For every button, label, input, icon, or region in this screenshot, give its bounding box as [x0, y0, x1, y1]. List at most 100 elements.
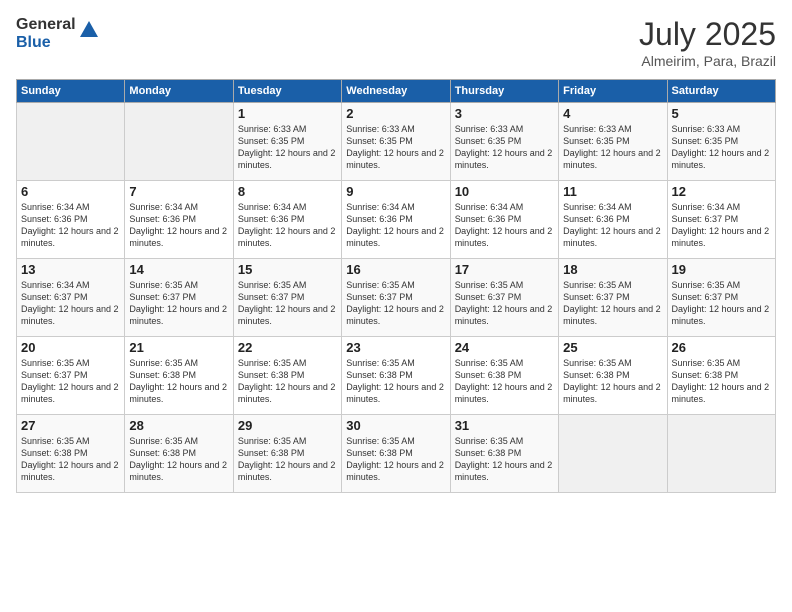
cell-details: Sunrise: 6:35 AMSunset: 6:37 PMDaylight:…: [563, 280, 661, 326]
calendar-cell: 24 Sunrise: 6:35 AMSunset: 6:38 PMDayligh…: [450, 337, 558, 415]
day-number: 24: [455, 340, 554, 355]
title-section: July 2025 Almeirim, Para, Brazil: [639, 16, 776, 69]
header-day-saturday: Saturday: [667, 80, 775, 103]
cell-details: Sunrise: 6:35 AMSunset: 6:37 PMDaylight:…: [238, 280, 336, 326]
calendar-cell: 26 Sunrise: 6:35 AMSunset: 6:38 PMDayligh…: [667, 337, 775, 415]
day-number: 22: [238, 340, 337, 355]
calendar-cell: 9 Sunrise: 6:34 AMSunset: 6:36 PMDaylight…: [342, 181, 450, 259]
calendar-cell: [667, 415, 775, 493]
calendar-cell: 21 Sunrise: 6:35 AMSunset: 6:38 PMDayligh…: [125, 337, 233, 415]
cell-details: Sunrise: 6:35 AMSunset: 6:38 PMDaylight:…: [563, 358, 661, 404]
day-number: 4: [563, 106, 662, 121]
day-number: 23: [346, 340, 445, 355]
calendar-cell: [125, 103, 233, 181]
calendar-cell: 27 Sunrise: 6:35 AMSunset: 6:38 PMDayligh…: [17, 415, 125, 493]
day-number: 9: [346, 184, 445, 199]
cell-details: Sunrise: 6:34 AMSunset: 6:36 PMDaylight:…: [563, 202, 661, 248]
day-number: 17: [455, 262, 554, 277]
cell-details: Sunrise: 6:33 AMSunset: 6:35 PMDaylight:…: [346, 124, 444, 170]
day-number: 26: [672, 340, 771, 355]
location-subtitle: Almeirim, Para, Brazil: [639, 53, 776, 69]
calendar-cell: 23 Sunrise: 6:35 AMSunset: 6:38 PMDayligh…: [342, 337, 450, 415]
cell-details: Sunrise: 6:35 AMSunset: 6:38 PMDaylight:…: [455, 436, 553, 482]
calendar-cell: 5 Sunrise: 6:33 AMSunset: 6:35 PMDaylight…: [667, 103, 775, 181]
cell-details: Sunrise: 6:35 AMSunset: 6:38 PMDaylight:…: [129, 436, 227, 482]
calendar-cell: [559, 415, 667, 493]
logo-text: General Blue: [16, 16, 76, 51]
cell-details: Sunrise: 6:35 AMSunset: 6:38 PMDaylight:…: [21, 436, 119, 482]
day-number: 2: [346, 106, 445, 121]
calendar-week-1: 1 Sunrise: 6:33 AMSunset: 6:35 PMDaylight…: [17, 103, 776, 181]
calendar-cell: 3 Sunrise: 6:33 AMSunset: 6:35 PMDaylight…: [450, 103, 558, 181]
cell-details: Sunrise: 6:33 AMSunset: 6:35 PMDaylight:…: [563, 124, 661, 170]
calendar-cell: 25 Sunrise: 6:35 AMSunset: 6:38 PMDayligh…: [559, 337, 667, 415]
logo: General Blue: [16, 16, 100, 51]
day-number: 6: [21, 184, 120, 199]
day-number: 8: [238, 184, 337, 199]
calendar-cell: 4 Sunrise: 6:33 AMSunset: 6:35 PMDaylight…: [559, 103, 667, 181]
cell-details: Sunrise: 6:34 AMSunset: 6:36 PMDaylight:…: [346, 202, 444, 248]
cell-details: Sunrise: 6:34 AMSunset: 6:36 PMDaylight:…: [238, 202, 336, 248]
day-number: 11: [563, 184, 662, 199]
calendar-cell: 17 Sunrise: 6:35 AMSunset: 6:37 PMDayligh…: [450, 259, 558, 337]
day-number: 3: [455, 106, 554, 121]
cell-details: Sunrise: 6:35 AMSunset: 6:38 PMDaylight:…: [346, 358, 444, 404]
calendar-cell: 20Sunrise: 6:35 AMSunset: 6:37 PMDayligh…: [17, 337, 125, 415]
cell-details: Sunrise: 6:34 AMSunset: 6:37 PMDaylight:…: [672, 202, 770, 248]
calendar-cell: 14 Sunrise: 6:35 AMSunset: 6:37 PMDayligh…: [125, 259, 233, 337]
header: General Blue July 2025 Almeirim, Para, B…: [16, 16, 776, 69]
cell-details: Sunrise: 6:35 AMSunset: 6:38 PMDaylight:…: [129, 358, 227, 404]
cell-details: Sunrise: 6:35 AMSunset: 6:38 PMDaylight:…: [672, 358, 770, 404]
header-day-sunday: Sunday: [17, 80, 125, 103]
calendar-page: General Blue July 2025 Almeirim, Para, B…: [0, 0, 792, 612]
calendar-cell: 15 Sunrise: 6:35 AMSunset: 6:37 PMDayligh…: [233, 259, 341, 337]
calendar-week-3: 13 Sunrise: 6:34 AMSunset: 6:37 PMDayligh…: [17, 259, 776, 337]
day-number: 15: [238, 262, 337, 277]
cell-details: Sunrise: 6:34 AMSunset: 6:36 PMDaylight:…: [21, 202, 119, 248]
calendar-cell: 10 Sunrise: 6:34 AMSunset: 6:36 PMDayligh…: [450, 181, 558, 259]
day-number: 18: [563, 262, 662, 277]
cell-details: Sunrise: 6:35 AMSunset: 6:37 PMDaylight:…: [129, 280, 227, 326]
calendar-cell: [17, 103, 125, 181]
day-number: 28: [129, 418, 228, 433]
calendar-cell: 2 Sunrise: 6:33 AMSunset: 6:35 PMDaylight…: [342, 103, 450, 181]
day-number: 12: [672, 184, 771, 199]
header-day-wednesday: Wednesday: [342, 80, 450, 103]
cell-details: Sunrise: 6:35 AMSunset: 6:37 PMDaylight:…: [346, 280, 444, 326]
cell-details: Sunrise: 6:35 AMSunset: 6:37 PMDaylight:…: [672, 280, 770, 326]
calendar-week-4: 20Sunrise: 6:35 AMSunset: 6:37 PMDayligh…: [17, 337, 776, 415]
logo-blue: Blue: [16, 34, 76, 52]
day-number: 13: [21, 262, 120, 277]
cell-details: Sunrise: 6:34 AMSunset: 6:36 PMDaylight:…: [455, 202, 553, 248]
cell-details: Sunrise: 6:35 AMSunset: 6:37 PMDaylight:…: [455, 280, 553, 326]
day-number: 29: [238, 418, 337, 433]
day-number: 1: [238, 106, 337, 121]
cell-details: Sunrise: 6:33 AMSunset: 6:35 PMDaylight:…: [238, 124, 336, 170]
days-header-row: SundayMondayTuesdayWednesdayThursdayFrid…: [17, 80, 776, 103]
cell-details: Sunrise: 6:33 AMSunset: 6:35 PMDaylight:…: [455, 124, 553, 170]
day-number: 14: [129, 262, 228, 277]
day-number: 5: [672, 106, 771, 121]
cell-details: Sunrise: 6:35 AMSunset: 6:38 PMDaylight:…: [455, 358, 553, 404]
header-day-tuesday: Tuesday: [233, 80, 341, 103]
cell-details: Sunrise: 6:33 AMSunset: 6:35 PMDaylight:…: [672, 124, 770, 170]
calendar-cell: 13 Sunrise: 6:34 AMSunset: 6:37 PMDayligh…: [17, 259, 125, 337]
day-number: 16: [346, 262, 445, 277]
day-number: 10: [455, 184, 554, 199]
calendar-cell: 31 Sunrise: 6:35 AMSunset: 6:38 PMDayligh…: [450, 415, 558, 493]
calendar-week-2: 6 Sunrise: 6:34 AMSunset: 6:36 PMDaylight…: [17, 181, 776, 259]
day-number: 31: [455, 418, 554, 433]
cell-details: Sunrise: 6:35 AMSunset: 6:38 PMDaylight:…: [238, 358, 336, 404]
day-number: 27: [21, 418, 120, 433]
day-number: 25: [563, 340, 662, 355]
cell-details: Sunrise: 6:34 AMSunset: 6:37 PMDaylight:…: [21, 280, 119, 326]
day-number: 7: [129, 184, 228, 199]
cell-details: Sunrise: 6:35 AMSunset: 6:38 PMDaylight:…: [346, 436, 444, 482]
day-number: 21: [129, 340, 228, 355]
calendar-table: SundayMondayTuesdayWednesdayThursdayFrid…: [16, 79, 776, 493]
cell-details: Sunrise: 6:34 AMSunset: 6:36 PMDaylight:…: [129, 202, 227, 248]
calendar-cell: 19Sunrise: 6:35 AMSunset: 6:37 PMDayligh…: [667, 259, 775, 337]
calendar-cell: 11 Sunrise: 6:34 AMSunset: 6:36 PMDayligh…: [559, 181, 667, 259]
calendar-cell: 18 Sunrise: 6:35 AMSunset: 6:37 PMDayligh…: [559, 259, 667, 337]
calendar-cell: 16 Sunrise: 6:35 AMSunset: 6:37 PMDayligh…: [342, 259, 450, 337]
